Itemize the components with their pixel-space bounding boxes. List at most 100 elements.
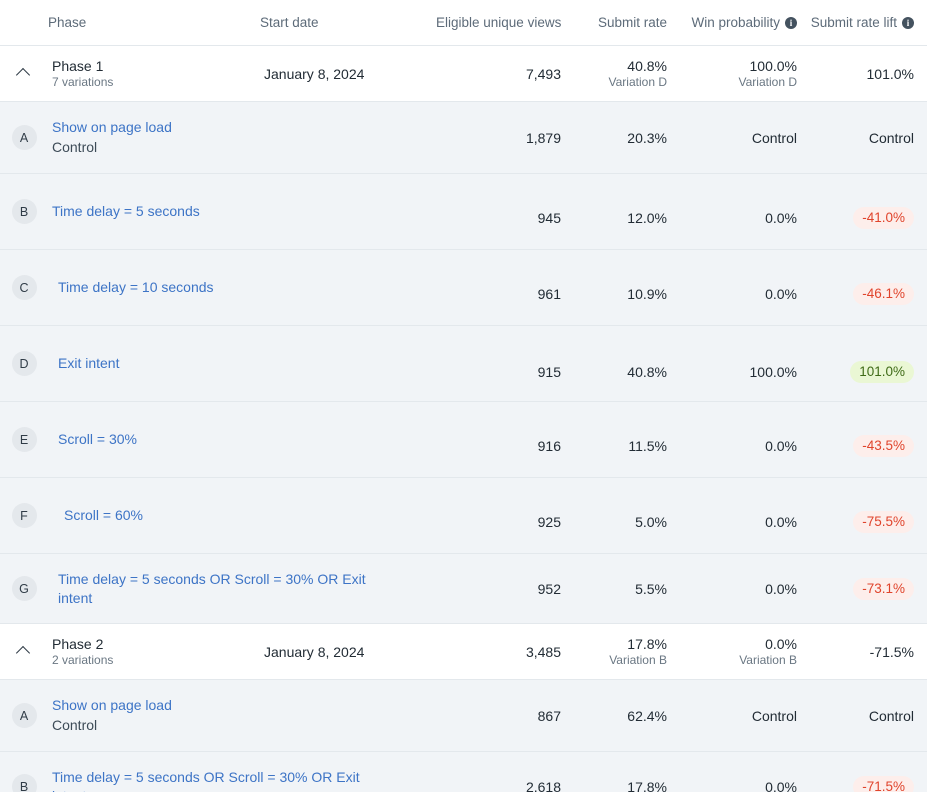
lift-badge: -73.1% [853, 578, 914, 600]
variation-badge-cell: B [0, 174, 48, 249]
variation-submit-rate-lift: -43.5% [810, 435, 927, 457]
variation-label-cell: Scroll = 30% [48, 430, 436, 449]
table-row[interactable]: F Scroll = 60% 925 5.0% 0.0% -75.5% [0, 478, 927, 554]
variation-submit-rate: 40.8% [574, 364, 680, 380]
variation-badge-cell: D [0, 326, 48, 401]
variation-eligible-unique-views: 961 [436, 286, 574, 302]
table-row[interactable]: E Scroll = 30% 916 11.5% 0.0% -43.5% [0, 402, 927, 478]
phase-submit-rate-lift: 101.0% [810, 66, 927, 82]
variation-link[interactable]: Time delay = 5 seconds [52, 202, 436, 221]
variation-link[interactable]: Time delay = 5 seconds OR Scroll = 30% O… [52, 768, 376, 792]
phase-variation-count: 7 variations [52, 75, 260, 90]
variation-badge: B [12, 199, 37, 224]
variation-link[interactable]: Show on page load [52, 696, 436, 715]
variation-submit-rate-lift: -75.5% [810, 511, 927, 533]
variation-link[interactable]: Show on page load [52, 118, 436, 137]
variation-submit-rate: 5.5% [574, 581, 680, 597]
variation-eligible-unique-views: 925 [436, 514, 574, 530]
variation-sublabel: Control [52, 138, 436, 157]
header-win-probability: Win probability i [680, 15, 810, 30]
phase-group-header-row[interactable]: Phase 1 7 variations January 8, 2024 7,4… [0, 46, 927, 102]
lift-badge: -46.1% [853, 283, 914, 305]
value: 3,485 [436, 644, 561, 660]
variation-win-probability: 100.0% [680, 364, 810, 380]
phase-submit-rate: 40.8% Variation D [574, 58, 680, 90]
table-row[interactable]: B Time delay = 5 seconds 945 12.0% 0.0% … [0, 174, 927, 250]
variation-label-cell: Show on page load Control [48, 118, 436, 157]
variation-submit-rate: 5.0% [574, 514, 680, 530]
value: 7,493 [436, 66, 561, 82]
variation-win-probability: 0.0% [680, 210, 810, 226]
variation-link[interactable]: Exit intent [52, 354, 436, 373]
lift-badge: -75.5% [853, 511, 914, 533]
phase-group-header-row[interactable]: Phase 2 2 variations January 8, 2024 3,4… [0, 624, 927, 680]
lift-value: Control [869, 127, 914, 149]
variation-eligible-unique-views: 1,879 [436, 130, 574, 146]
variation-submit-rate: 11.5% [574, 438, 680, 454]
phase-start-date: January 8, 2024 [260, 644, 436, 660]
phase-eligible-unique-views: 3,485 [436, 644, 574, 660]
variation-submit-rate: 10.9% [574, 286, 680, 302]
variation-win-probability: 0.0% [680, 438, 810, 454]
variation-badge-cell: E [0, 402, 48, 477]
variation-eligible-unique-views: 915 [436, 364, 574, 380]
variation-submit-rate: 17.8% [574, 779, 680, 792]
value: 100.0% [680, 58, 797, 74]
variation-label-cell: Time delay = 10 seconds [48, 278, 436, 297]
variation-win-probability: 0.0% [680, 286, 810, 302]
table-row[interactable]: G Time delay = 5 seconds OR Scroll = 30%… [0, 554, 927, 624]
phase-collapse-toggle[interactable] [0, 46, 48, 101]
leader-label: Variation D [680, 75, 797, 90]
variation-badge-cell: A [0, 102, 48, 173]
leader-label: Variation D [574, 75, 667, 90]
table-row[interactable]: D Exit intent 915 40.8% 100.0% 101.0% [0, 326, 927, 402]
leader-label: Variation B [574, 653, 667, 668]
header-win-probability-label: Win probability [691, 15, 780, 30]
variation-sublabel: Control [52, 716, 436, 735]
variation-badge: A [12, 703, 37, 728]
variation-submit-rate-lift: -46.1% [810, 283, 927, 305]
lift-badge: -71.5% [853, 776, 914, 792]
lift-badge: -43.5% [853, 435, 914, 457]
phase-variation-count: 2 variations [52, 653, 260, 668]
variation-win-probability: 0.0% [680, 514, 810, 530]
variation-submit-rate: 12.0% [574, 210, 680, 226]
header-submit-rate-lift: Submit rate lift i [810, 15, 927, 30]
variation-badge-cell: F [0, 478, 48, 553]
variation-submit-rate-lift: Control [810, 127, 927, 149]
table-row[interactable]: C Time delay = 10 seconds 961 10.9% 0.0%… [0, 250, 927, 326]
phase-win-probability: 100.0% Variation D [680, 58, 810, 90]
variation-submit-rate-lift: -73.1% [810, 578, 927, 600]
variation-badge-cell: A [0, 680, 48, 751]
value: 0.0% [680, 636, 797, 652]
variation-label-cell: Time delay = 5 seconds [48, 202, 436, 221]
phase-collapse-toggle[interactable] [0, 624, 48, 679]
header-phase: Phase [48, 15, 260, 30]
variation-badge: G [12, 576, 37, 601]
variation-eligible-unique-views: 945 [436, 210, 574, 226]
variation-link[interactable]: Scroll = 60% [52, 506, 436, 525]
variation-eligible-unique-views: 916 [436, 438, 574, 454]
table-row[interactable]: A Show on page load Control 1,879 20.3% … [0, 102, 927, 174]
table-row[interactable]: B Time delay = 5 seconds OR Scroll = 30%… [0, 752, 927, 792]
variation-link[interactable]: Time delay = 5 seconds OR Scroll = 30% O… [52, 570, 376, 608]
variation-link[interactable]: Time delay = 10 seconds [52, 278, 436, 297]
variation-link[interactable]: Scroll = 30% [52, 430, 436, 449]
leader-label: Variation B [680, 653, 797, 668]
phase-win-probability: 0.0% Variation B [680, 636, 810, 668]
variation-badge-cell: B [0, 752, 48, 792]
variation-eligible-unique-views: 867 [436, 708, 574, 724]
variation-submit-rate-lift: -71.5% [810, 776, 927, 792]
info-icon[interactable]: i [785, 17, 797, 29]
variation-badge: B [12, 774, 37, 792]
chevron-up-icon [17, 66, 32, 81]
variation-win-probability: 0.0% [680, 779, 810, 792]
phase-name-cell: Phase 1 7 variations [48, 58, 260, 90]
variation-label-cell: Scroll = 60% [48, 506, 436, 525]
variation-label-cell: Time delay = 5 seconds OR Scroll = 30% O… [48, 570, 436, 608]
info-icon[interactable]: i [902, 17, 914, 29]
phase-submit-rate-lift: -71.5% [810, 644, 927, 660]
table-row[interactable]: A Show on page load Control 867 62.4% Co… [0, 680, 927, 752]
variation-eligible-unique-views: 952 [436, 581, 574, 597]
lift-badge: -41.0% [853, 207, 914, 229]
